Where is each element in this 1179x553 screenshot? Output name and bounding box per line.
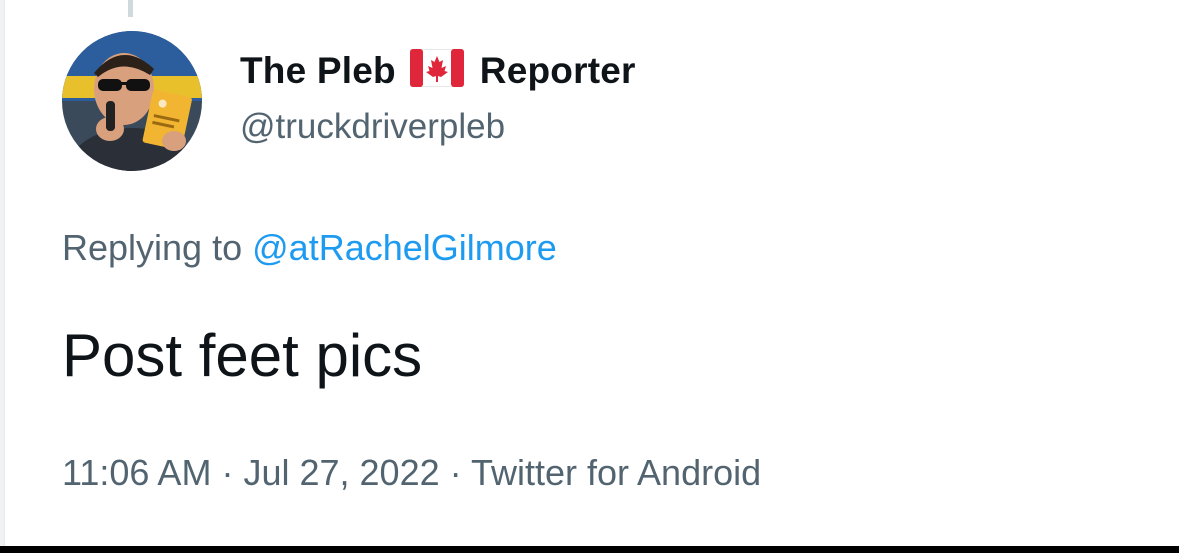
tweet-source-link[interactable]: Twitter for Android bbox=[471, 452, 761, 493]
canada-flag-icon bbox=[409, 48, 465, 96]
avatar[interactable] bbox=[62, 31, 202, 171]
replying-to-line: Replying to @atRachelGilmore bbox=[62, 227, 557, 269]
thread-connector-line bbox=[128, 0, 133, 17]
tweet-date-link[interactable]: Jul 27, 2022 bbox=[243, 452, 439, 493]
timeline-left-border bbox=[0, 0, 5, 553]
avatar-image bbox=[62, 31, 202, 171]
meta-separator: · bbox=[449, 452, 462, 493]
replying-to-label: Replying to bbox=[62, 227, 243, 268]
replying-to-mention-link[interactable]: @atRachelGilmore bbox=[252, 227, 557, 268]
author-name-part1: The Pleb bbox=[240, 49, 396, 91]
author-name-part2: Reporter bbox=[479, 49, 636, 91]
tweet-time-link[interactable]: 11:06 AM bbox=[62, 452, 211, 493]
bottom-divider bbox=[0, 546, 1179, 553]
author-display-name[interactable]: The Pleb Reporter bbox=[240, 47, 636, 94]
meta-separator: · bbox=[221, 452, 234, 493]
author-handle[interactable]: @truckdriverpleb bbox=[240, 107, 505, 147]
tweet-text: Post feet pics bbox=[62, 322, 423, 389]
tweet-metadata: 11:06 AM · Jul 27, 2022 · Twitter for An… bbox=[62, 452, 761, 494]
